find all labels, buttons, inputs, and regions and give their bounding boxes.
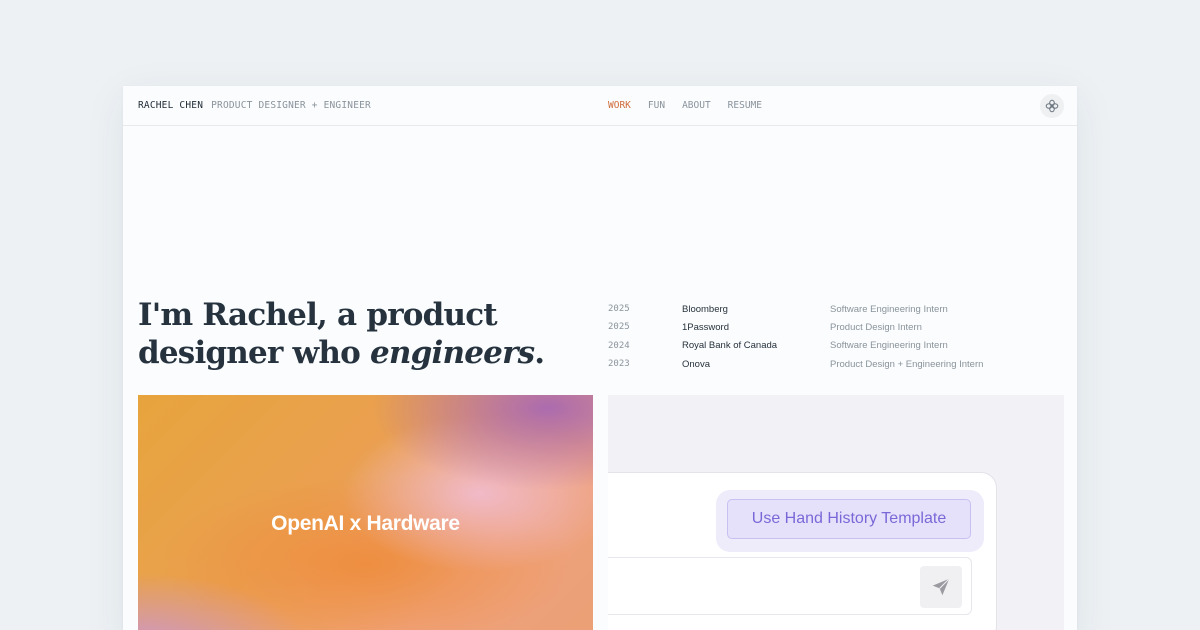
experience-role: Software Engineering Intern [830, 303, 948, 315]
experience-role: Product Design + Engineering Intern [830, 358, 984, 370]
brand[interactable]: RACHEL CHEN PRODUCT DESIGNER + ENGINEER [138, 100, 371, 111]
chat-input[interactable] [608, 557, 972, 615]
experience-year: 2024 [608, 340, 630, 351]
experience-year: 2025 [608, 304, 630, 315]
experience-company[interactable]: 1Password [682, 322, 830, 333]
project-title: OpenAI x Hardware [271, 512, 460, 535]
hero-line-1: I'm Rachel, a product [138, 297, 498, 333]
flower-icon [1045, 99, 1059, 113]
site-owner-role: PRODUCT DESIGNER + ENGINEER [211, 100, 371, 111]
experience-row: 2025 Bloomberg Software Engineering Inte… [608, 300, 1048, 318]
nav-fun[interactable]: FUN [648, 100, 665, 111]
experience-year: 2023 [608, 359, 630, 370]
experience-company[interactable]: Bloomberg [682, 304, 830, 315]
nav-about[interactable]: ABOUT [682, 100, 711, 111]
project-card-openai-hardware[interactable]: OpenAI x Hardware [138, 395, 593, 630]
top-nav-bar: RACHEL CHEN PRODUCT DESIGNER + ENGINEER W… [123, 86, 1077, 126]
experience-row: 2023 Onova Product Design + Engineering … [608, 355, 1048, 373]
main-nav: WORK FUN ABOUT RESUME [608, 100, 779, 111]
nav-resume[interactable]: RESUME [728, 100, 762, 111]
nav-work[interactable]: WORK [608, 100, 631, 111]
experience-row: 2024 Royal Bank of Canada Software Engin… [608, 337, 1048, 355]
experience-row: 2025 1Password Product Design Intern [608, 318, 1048, 336]
chat-panel: Use Hand History Template [608, 472, 997, 630]
portfolio-window: RACHEL CHEN PRODUCT DESIGNER + ENGINEER W… [123, 86, 1077, 630]
hero-line-2-suffix: . [534, 335, 545, 371]
hero-emphasis: engineers [370, 335, 535, 371]
theme-toggle-button[interactable] [1040, 94, 1064, 118]
experience-company[interactable]: Royal Bank of Canada [682, 340, 830, 351]
experience-year: 2025 [608, 322, 630, 333]
project-card-hand-history[interactable]: Use Hand History Template [608, 395, 1064, 630]
site-owner-name: RACHEL CHEN [138, 100, 204, 111]
experience-role: Software Engineering Intern [830, 340, 948, 352]
hero-line-2-prefix: designer who [138, 335, 370, 371]
suggestion-container: Use Hand History Template [716, 490, 984, 552]
send-icon [932, 578, 950, 596]
send-button[interactable] [920, 566, 962, 608]
experience-list: 2025 Bloomberg Software Engineering Inte… [608, 300, 1048, 373]
experience-company[interactable]: Onova [682, 359, 830, 370]
hero-heading: I'm Rachel, a product designer who engin… [138, 296, 545, 372]
experience-role: Product Design Intern [830, 321, 922, 333]
use-template-button[interactable]: Use Hand History Template [727, 499, 971, 539]
